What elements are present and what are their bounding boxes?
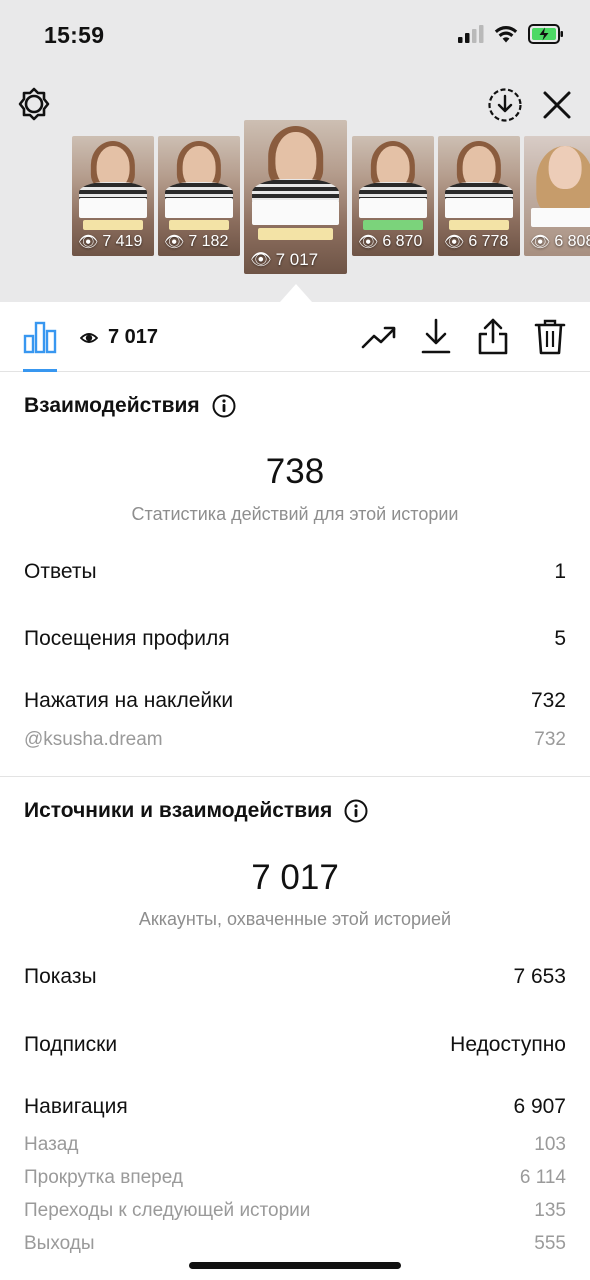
discovery-caption: Аккаунты, охваченные этой историей xyxy=(138,909,452,929)
stat-label: Подписки xyxy=(24,1033,118,1056)
stat-value: 103 xyxy=(534,1134,566,1155)
stat-value: 5 xyxy=(554,627,566,650)
stat-value: 6 114 xyxy=(519,1167,566,1188)
eye-icon: 👁 xyxy=(530,234,551,251)
home-indicator xyxy=(189,1262,401,1269)
story-views: 👁 7 017 xyxy=(250,250,319,269)
stat-label: Навигация xyxy=(24,1095,128,1118)
stat-value: 6 907 xyxy=(513,1095,566,1118)
story-views: 👁 6 778 xyxy=(444,233,509,251)
bar-chart-icon xyxy=(23,321,57,354)
stat-value: 555 xyxy=(534,1233,566,1254)
stat-value: 732 xyxy=(534,729,566,750)
stat-label: Ответы xyxy=(24,560,97,583)
story-views: 👁 6 870 xyxy=(358,233,423,251)
stat-label: @ksusha.dream xyxy=(24,729,163,750)
info-icon[interactable] xyxy=(344,799,368,823)
story-thumbnail[interactable]: 👁 6 870 xyxy=(352,136,434,256)
eye-icon: 👁 xyxy=(78,234,99,251)
active-story-pointer xyxy=(280,284,312,302)
stat-row-follows: Подписки Недоступно xyxy=(24,1033,566,1057)
eye-icon: 👁 xyxy=(444,234,465,251)
stat-row-navigation: Навигация 6 907 xyxy=(24,1095,566,1119)
story-views: 👁 6 808 xyxy=(530,233,590,251)
stat-label: Переходы к следующей истории xyxy=(24,1200,311,1221)
stat-value: Недоступно xyxy=(450,1033,566,1056)
stat-value: 135 xyxy=(534,1200,566,1221)
stat-label: Назад xyxy=(24,1134,79,1155)
story-header-area: 15:59 👁 7 419 👁 7 182 👁 7 017 👁 6 870 👁 … xyxy=(0,0,590,302)
insights-tabbar: 7 017 xyxy=(0,302,590,372)
eye-icon: 👁 xyxy=(250,250,272,269)
status-bar: 15:59 xyxy=(0,0,590,70)
stat-label: Нажатия на наклейки xyxy=(24,689,234,712)
trash-icon xyxy=(534,319,566,355)
status-icons xyxy=(458,24,564,44)
stat-subrow-back: Назад 103 xyxy=(24,1134,566,1156)
section-divider xyxy=(0,776,590,777)
download-icon xyxy=(421,318,451,354)
stat-subrow-exits: Выходы 555 xyxy=(24,1233,566,1255)
story-thumbnail[interactable]: 👁 6 778 xyxy=(438,136,520,256)
stat-value: 7 653 xyxy=(513,965,566,988)
battery-icon xyxy=(528,24,563,44)
stat-value: 1 xyxy=(554,560,566,583)
stat-label: Посещения профиля xyxy=(24,627,230,650)
story-thumbnail[interactable]: 👁 7 182 xyxy=(158,136,240,256)
trending-icon xyxy=(361,326,396,349)
stat-label: Выходы xyxy=(24,1233,95,1254)
gear-icon xyxy=(18,87,50,121)
stat-subrow-forward: Прокрутка вперед 6 114 xyxy=(24,1167,566,1189)
stat-label: Показы xyxy=(24,965,97,988)
settings-button[interactable] xyxy=(16,86,52,122)
interactions-caption: Статистика действий для этой истории xyxy=(131,504,459,524)
signal-icon xyxy=(458,25,484,43)
story-thumbnail-active[interactable]: 👁 7 017 xyxy=(244,120,347,274)
discovery-title: Источники и взаимодействия xyxy=(24,799,368,823)
story-views: 👁 7 182 xyxy=(164,233,229,251)
promote-button[interactable] xyxy=(360,318,398,356)
wifi-icon xyxy=(494,26,518,43)
info-icon[interactable] xyxy=(212,394,236,418)
share-button[interactable] xyxy=(474,316,512,358)
close-icon xyxy=(543,91,571,119)
interactions-total: 738 xyxy=(265,452,325,491)
status-time: 15:59 xyxy=(44,22,105,48)
stat-subrow-mention: @ksusha.dream 732 xyxy=(24,729,566,751)
tab-insights[interactable] xyxy=(22,318,58,356)
story-views: 👁 7 419 xyxy=(78,233,143,251)
stat-value: 732 xyxy=(530,689,566,712)
discovery-total: 7 017 xyxy=(251,858,339,897)
delete-button[interactable] xyxy=(532,316,568,358)
active-tab-indicator xyxy=(23,369,57,372)
story-thumbnail[interactable]: 👁 6 808 xyxy=(524,136,590,256)
stat-label: Прокрутка вперед xyxy=(24,1167,183,1188)
interactions-title: Взаимодействия xyxy=(24,394,236,418)
stat-row-profile-visits: Посещения профиля 5 xyxy=(24,627,566,651)
story-thumbnails: 👁 7 419 👁 7 182 👁 7 017 👁 6 870 👁 6 778 👁 6 80… xyxy=(0,118,590,278)
eye-icon: 👁 xyxy=(164,234,185,251)
tab-viewers[interactable]: 7 017 xyxy=(80,326,158,349)
download-button[interactable] xyxy=(418,316,454,358)
share-icon xyxy=(478,318,508,355)
eye-icon: 👁 xyxy=(358,234,379,251)
stat-subrow-next-story: Переходы к следующей истории 135 xyxy=(24,1200,566,1222)
stat-row-impressions: Показы 7 653 xyxy=(24,965,566,989)
story-thumbnail[interactable]: 👁 7 419 xyxy=(72,136,154,256)
stat-row-replies: Ответы 1 xyxy=(24,560,566,584)
eye-icon xyxy=(80,332,98,343)
stat-row-sticker-taps: Нажатия на наклейки 732 xyxy=(24,689,566,713)
